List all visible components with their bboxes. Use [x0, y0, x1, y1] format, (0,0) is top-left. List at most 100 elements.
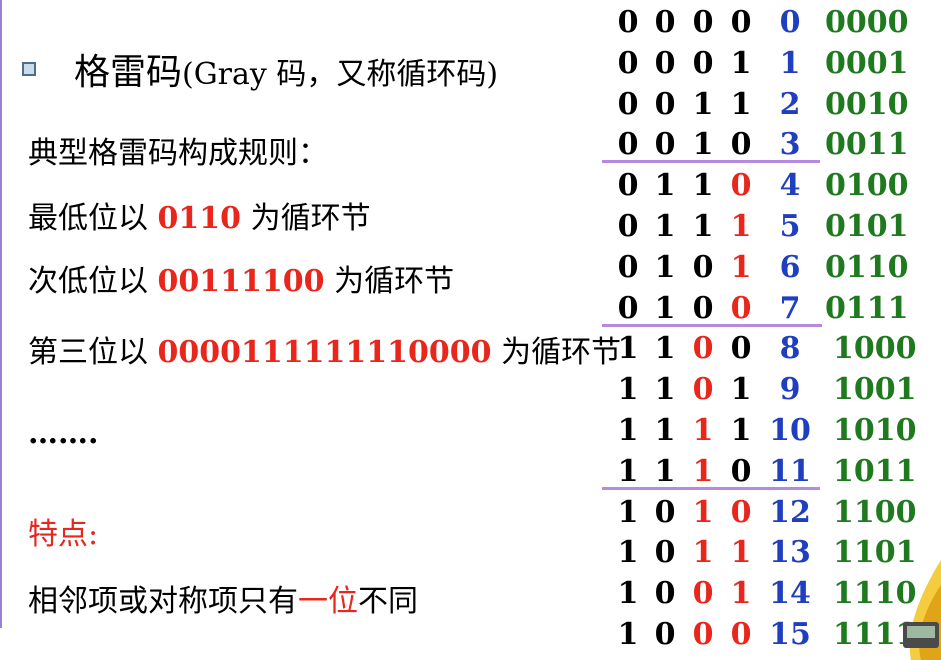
left-border-line — [0, 0, 2, 628]
binary-value: 1001 — [833, 372, 917, 408]
rule-line-3: 第三位以 0000111111110000 为循环节 — [28, 327, 621, 371]
feature-line-prefix: 相邻项或对称项只有 — [28, 584, 298, 619]
binary-value: 0000 — [825, 5, 909, 40]
decorative-corner-swoosh — [903, 560, 941, 660]
rule-line-1-suffix: 为循环节 — [241, 201, 371, 236]
title-paren: (Gray 码，又称循环码) — [182, 57, 499, 92]
binary-value: 0101 — [825, 209, 909, 244]
gray-bit: 0 — [730, 494, 752, 530]
binary-value: 1000 — [833, 331, 917, 367]
gray-bit: 1 — [617, 413, 639, 448]
decimal-value: 15 — [769, 617, 811, 652]
decimal-value: 3 — [779, 127, 801, 163]
gray-bit: 0 — [617, 45, 639, 81]
gray-bit: 1 — [617, 453, 639, 489]
gray-bit: 0 — [692, 290, 714, 326]
slide-title: 格雷码(Gray 码，又称循环码) — [22, 46, 499, 93]
gray-bit: 1 — [654, 249, 676, 285]
gray-bit: 1 — [692, 535, 714, 571]
gray-bit: 0 — [730, 127, 752, 163]
decimal-value: 2 — [779, 86, 801, 122]
decimal-value: 5 — [779, 209, 801, 244]
feature-heading: 特点: — [28, 517, 99, 552]
gray-bit: 0 — [730, 453, 752, 489]
gray-bit: 1 — [617, 331, 639, 367]
gray-bit: 0 — [654, 494, 676, 530]
decimal-value: 9 — [779, 372, 801, 408]
gray-bit: 1 — [654, 168, 676, 204]
gray-bit: 1 — [692, 86, 714, 122]
gray-bit: 1 — [730, 576, 752, 612]
gray-bit: 0 — [654, 535, 676, 571]
gray-bit: 1 — [730, 86, 752, 122]
gray-bit: 0 — [730, 168, 752, 204]
title-main: 格雷码 — [74, 52, 183, 93]
gray-bit: 1 — [730, 209, 752, 244]
binary-value: 1100 — [833, 494, 917, 530]
gray-bit: 0 — [692, 617, 714, 652]
gray-bit: 0 — [692, 576, 714, 612]
gray-bit: 0 — [730, 5, 752, 40]
binary-value: 0001 — [825, 45, 909, 81]
square-bullet-icon — [22, 62, 36, 76]
gray-bit: 1 — [692, 453, 714, 489]
rule-heading: 典型格雷码构成规则： — [28, 136, 328, 171]
rule-line-1-prefix: 最低位以 — [28, 201, 158, 236]
gray-bit: 0 — [654, 45, 676, 81]
gray-bit: 0 — [692, 45, 714, 81]
gray-bit: 1 — [730, 45, 752, 81]
gray-bit: 1 — [692, 209, 714, 244]
decimal-value: 6 — [779, 249, 801, 285]
gray-bit: 0 — [692, 331, 714, 367]
gray-bit: 1 — [654, 209, 676, 244]
feature-line-suffix: 不同 — [358, 584, 418, 619]
gray-bit: 0 — [617, 127, 639, 163]
rule-line-1-pattern: 0110 — [157, 201, 242, 236]
decimal-value: 1 — [779, 45, 801, 81]
binary-value: 0011 — [825, 127, 909, 163]
ellipsis: ……. — [28, 416, 99, 451]
gray-bit: 1 — [730, 249, 752, 285]
gray-bit: 1 — [654, 290, 676, 326]
gray-bit: 0 — [617, 249, 639, 285]
binary-value: 1010 — [833, 413, 917, 448]
gray-bit: 1 — [654, 331, 676, 367]
gray-bit: 0 — [692, 5, 714, 40]
feature-line-highlight: 一位 — [298, 584, 358, 619]
gray-bit: 1 — [617, 372, 639, 408]
binary-value: 0110 — [825, 249, 909, 285]
binary-value: 0111 — [825, 290, 909, 326]
gray-bit: 1 — [692, 127, 714, 163]
gray-bit: 0 — [692, 249, 714, 285]
rule-line-3-pattern: 0000111111110000 — [157, 335, 492, 370]
separator-line — [602, 324, 822, 327]
gray-bit: 1 — [617, 535, 639, 571]
decimal-value: 7 — [779, 290, 801, 326]
separator-line — [602, 160, 820, 163]
gray-bit: 1 — [617, 576, 639, 612]
gray-bit: 0 — [654, 127, 676, 163]
gray-bit: 0 — [654, 5, 676, 40]
gray-bit: 1 — [692, 168, 714, 204]
decimal-value: 14 — [769, 576, 811, 612]
gray-bit: 1 — [730, 413, 752, 448]
rule-line-2-pattern: 00111100 — [157, 264, 325, 299]
decimal-value: 8 — [779, 331, 801, 367]
binary-value: 0100 — [825, 168, 909, 204]
gray-bit: 0 — [654, 86, 676, 122]
gray-bit: 1 — [692, 494, 714, 530]
gray-bit: 1 — [654, 372, 676, 408]
gray-bit: 1 — [730, 535, 752, 571]
gray-bit: 1 — [617, 617, 639, 652]
binary-value: 0010 — [825, 86, 909, 122]
decimal-value: 13 — [769, 535, 811, 571]
decimal-value: 12 — [769, 494, 811, 530]
gray-bit: 0 — [617, 168, 639, 204]
separator-line — [602, 487, 820, 490]
rule-line-3-suffix: 为循环节 — [491, 335, 622, 370]
gray-bit: 0 — [730, 290, 752, 326]
rule-line-1: 最低位以 0110 为循环节 — [28, 193, 371, 237]
rule-line-2: 次低位以 00111100 为循环节 — [28, 256, 454, 300]
gray-bit: 0 — [617, 5, 639, 40]
gray-bit: 0 — [654, 617, 676, 652]
